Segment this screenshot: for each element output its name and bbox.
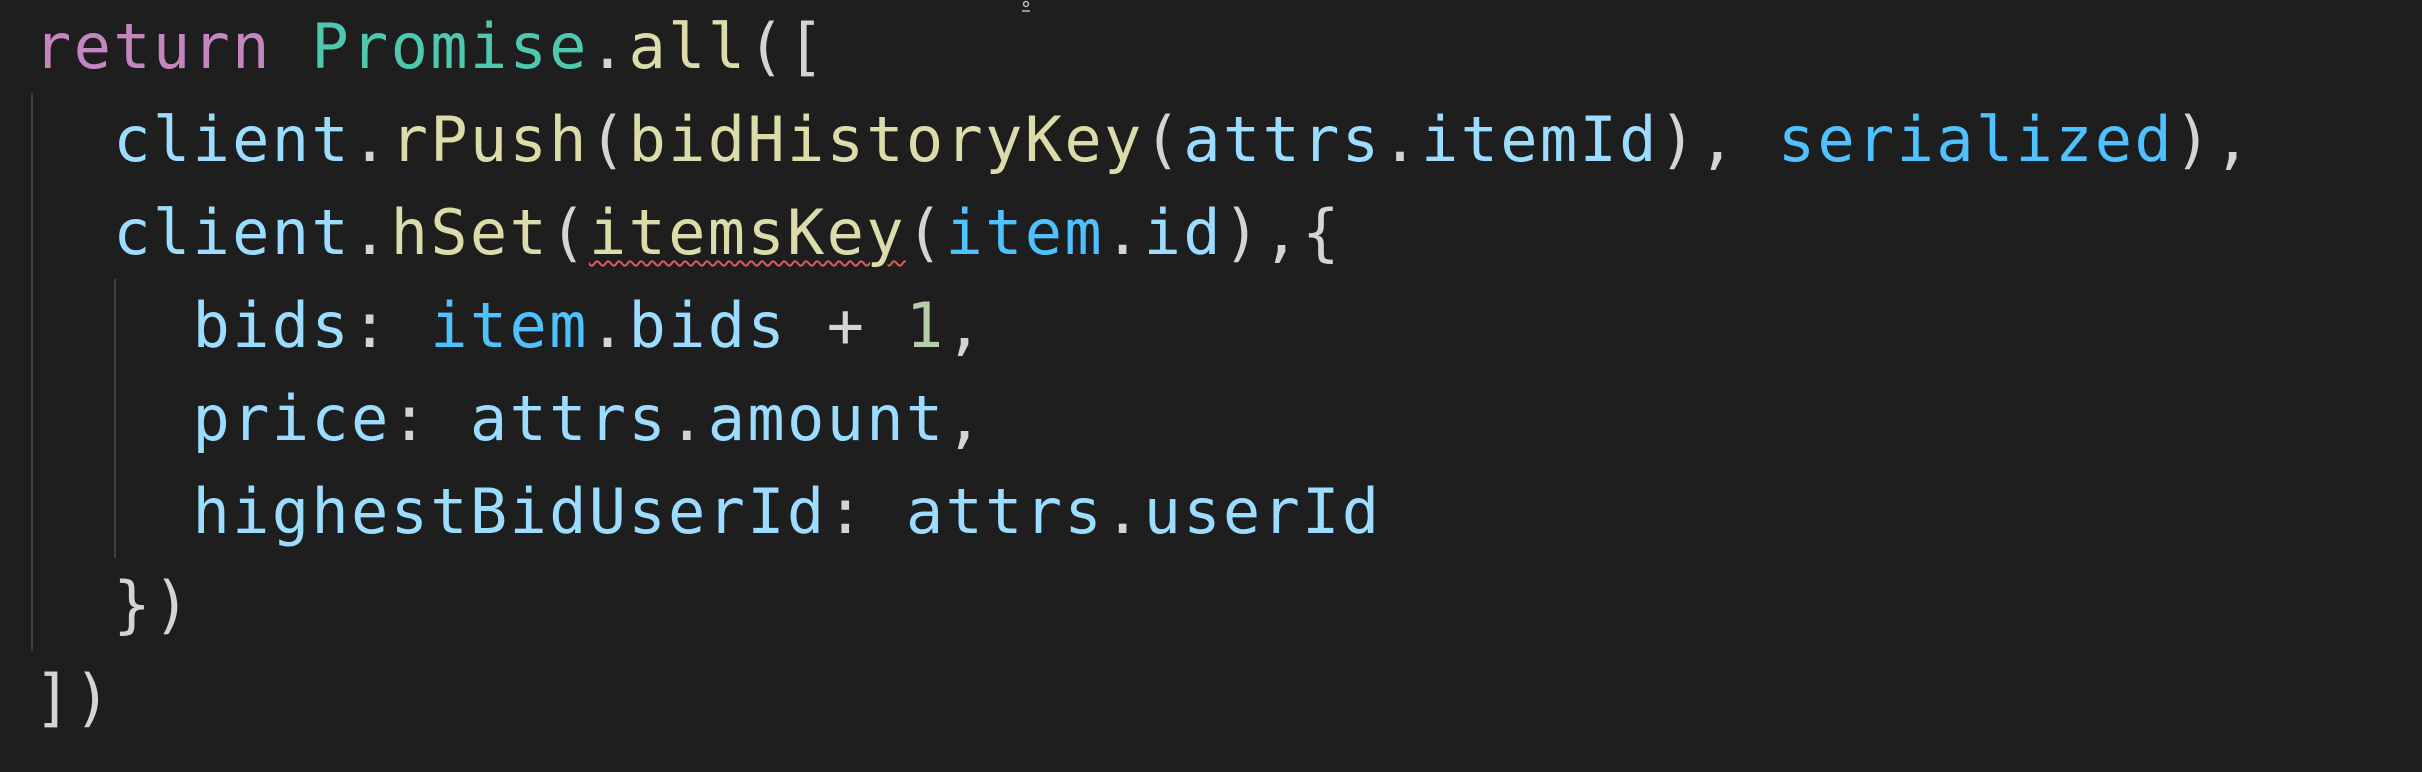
punctuation: . <box>588 10 629 83</box>
function-all: all <box>628 10 748 83</box>
code-line-8[interactable]: ]) <box>34 651 113 744</box>
variable-client: client <box>113 196 352 269</box>
property-bids: bids <box>628 289 787 362</box>
operator-plus: + <box>786 289 906 362</box>
punctuation: . <box>668 382 708 455</box>
property-id: id <box>1143 196 1223 269</box>
punctuation: . <box>1104 196 1144 269</box>
variable-item: item <box>430 289 589 362</box>
code-line-1[interactable]: return Promise.all([ <box>34 0 827 93</box>
property-item-id: itemId <box>1421 103 1659 176</box>
punctuation: , <box>945 382 986 455</box>
property-amount: amount <box>707 382 946 455</box>
code-line-2[interactable]: client.rPush(bidHistoryKey(attrs.itemId)… <box>34 93 2253 186</box>
punctuation: ),{ <box>1222 196 1342 269</box>
punctuation: . <box>588 289 629 362</box>
punctuation: . <box>1381 103 1422 176</box>
variable-attrs: attrs <box>1183 103 1382 176</box>
variable-attrs: attrs <box>469 382 669 455</box>
punctuation: . <box>1103 475 1144 548</box>
punctuation: , <box>945 289 986 362</box>
code-line-6[interactable]: highestBidUserId: attrs.userId <box>34 465 1381 558</box>
code-editor[interactable]: return Promise.all([ client.rPush(bidHis… <box>0 0 2422 772</box>
number-literal: 1 <box>905 289 946 362</box>
variable-item: item <box>945 196 1105 269</box>
punctuation: ]) <box>34 661 114 734</box>
punctuation: . <box>351 196 391 269</box>
variable-client: client <box>113 103 352 176</box>
punctuation: : <box>390 382 470 455</box>
punctuation: ( <box>549 196 589 269</box>
punctuation: ( <box>588 103 629 176</box>
code-line-5[interactable]: price: attrs.amount, <box>34 372 985 465</box>
function-bid-history-key: bidHistoryKey <box>628 103 1144 176</box>
function-hset: hSet <box>390 196 550 269</box>
property-highest-bid-user-id: highestBidUserId <box>192 475 827 548</box>
code-line-7[interactable]: }) <box>34 558 193 651</box>
function-rpush: rPush <box>390 103 589 176</box>
punctuation: . <box>351 103 391 176</box>
property-user-id: userId <box>1143 475 1382 548</box>
class-promise: Promise <box>311 10 589 83</box>
punctuation: : <box>826 475 906 548</box>
punctuation: ( <box>905 196 946 269</box>
code-line-4[interactable]: bids: item.bids + 1, <box>34 279 985 372</box>
variable-attrs: attrs <box>905 475 1104 548</box>
punctuation: }) <box>113 568 193 641</box>
function-items-key-error[interactable]: itemsKey <box>589 196 906 269</box>
indent-guide-outer <box>31 93 33 651</box>
punctuation: ), <box>2173 103 2254 176</box>
punctuation: ), <box>1658 103 1778 176</box>
keyword-return: return <box>34 10 272 83</box>
punctuation: : <box>351 289 431 362</box>
punctuation: ( <box>1143 103 1184 176</box>
mouse-cursor-icon <box>1022 0 1030 12</box>
property-bids: bids <box>192 289 352 362</box>
property-price: price <box>192 382 391 455</box>
punctuation: ([ <box>747 10 827 83</box>
code-line-3[interactable]: client.hSet(itemsKey(item.id),{ <box>34 186 1342 279</box>
variable-serialized: serialized <box>1777 103 2174 176</box>
